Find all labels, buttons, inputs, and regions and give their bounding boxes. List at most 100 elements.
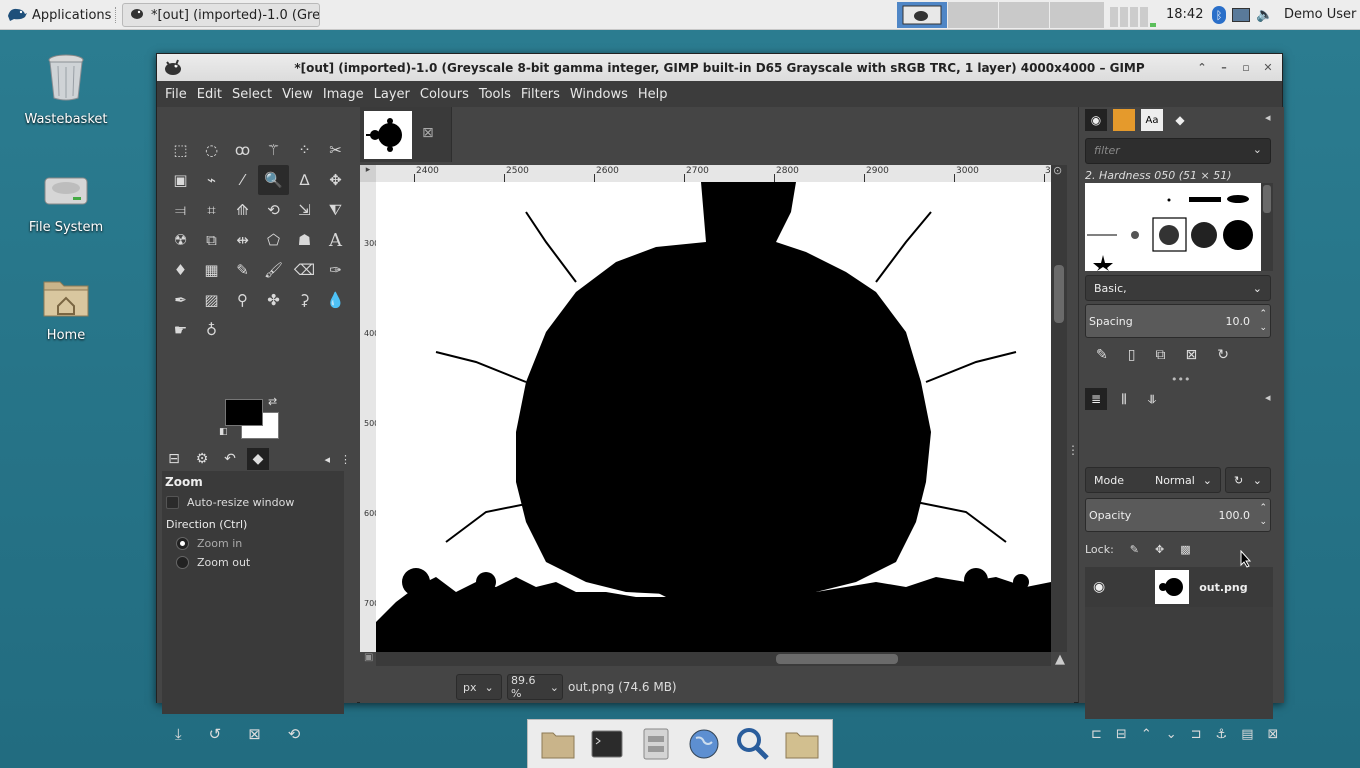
refresh-brushes-icon[interactable]: ↻ (1217, 347, 1229, 363)
close-image-icon[interactable]: ⊠ (422, 125, 434, 141)
ruler-corner-icon[interactable]: ▸ (360, 165, 376, 182)
align-icon[interactable]: ⫤ (165, 195, 196, 225)
new-layer-icon[interactable]: ⊏ (1091, 727, 1102, 742)
web-browser-icon[interactable] (686, 726, 722, 762)
raise-layer-icon[interactable]: ⌃ (1141, 727, 1152, 742)
swap-colors-icon[interactable]: ⇄ (268, 395, 277, 408)
configure-tab-icon[interactable]: ◂ (1265, 391, 1271, 404)
menu-select[interactable]: Select (227, 87, 277, 102)
terminal-icon[interactable] (589, 726, 625, 762)
perspective-clone-icon[interactable]: ⚳ (289, 285, 320, 315)
duplicate-layer-icon[interactable]: ⊐ (1191, 727, 1202, 742)
duplicate-brush-icon[interactable]: ⧉ (1155, 347, 1165, 363)
scale-icon[interactable]: ⇲ (289, 195, 320, 225)
zoom-out-option[interactable]: Zoom out (162, 553, 344, 572)
brush-scrollbar[interactable] (1261, 183, 1273, 271)
drag-handle-icon[interactable]: ⋮ (340, 453, 351, 466)
smudge-icon[interactable]: ☛ (165, 315, 196, 345)
file-manager-icon[interactable] (638, 726, 674, 762)
brush-grid[interactable] (1085, 183, 1261, 271)
spin-arrows-icon[interactable]: ⌃ ⌄ (1259, 501, 1267, 529)
airbrush-icon[interactable]: ✑ (320, 255, 351, 285)
restore-options-icon[interactable]: ↺ (209, 725, 222, 743)
menu-view[interactable]: View (277, 87, 318, 102)
minimize-icon[interactable]: – (1216, 59, 1232, 75)
menu-image[interactable]: Image (318, 87, 369, 102)
reset-options-icon[interactable]: ⟲ (288, 725, 301, 743)
search-icon[interactable] (735, 726, 771, 762)
color-picker-icon[interactable]: ⁄ (227, 165, 258, 195)
layer-mode-dropdown[interactable]: Mode Normal ⌄ (1085, 467, 1221, 493)
workspace-3[interactable] (999, 2, 1050, 28)
delete-layer-icon[interactable]: ⊠ (1267, 727, 1278, 742)
menu-tools[interactable]: Tools (474, 87, 516, 102)
delete-brush-icon[interactable]: ⊠ (1185, 347, 1197, 363)
eraser-icon[interactable]: ⌫ (289, 255, 320, 285)
brush-preset-dropdown[interactable]: Basic, ⌄ (1085, 275, 1271, 301)
bluetooth-icon[interactable]: ᛒ (1212, 6, 1226, 24)
brushes-tab-icon[interactable]: ◉ (1085, 109, 1107, 131)
image-tab[interactable]: ⊠ (360, 107, 452, 162)
fg-bg-colors[interactable]: ⇄ ◧ (219, 395, 285, 444)
configure-tab-icon[interactable]: ◂ (324, 453, 330, 466)
undo-history-tab-icon[interactable]: ↶ (219, 448, 241, 470)
channels-tab-icon[interactable]: ⫼ (1113, 388, 1135, 410)
device-status-tab-icon[interactable]: ⚙ (191, 448, 213, 470)
menu-edit[interactable]: Edit (192, 87, 227, 102)
composite-mode-dropdown[interactable]: ↻ ⌄ (1225, 467, 1271, 493)
menu-help[interactable]: Help (633, 87, 673, 102)
mypaint-brush-icon[interactable]: ▨ (196, 285, 227, 315)
auto-resize-checkbox[interactable] (166, 496, 179, 509)
save-options-icon[interactable]: ⤓ (175, 725, 182, 743)
vertical-scrollbar[interactable]: ⊙ (1051, 164, 1067, 652)
blur-icon[interactable]: 💧 (320, 285, 351, 315)
hscroll-thumb[interactable] (776, 654, 898, 664)
gradient-icon[interactable]: ▦ (196, 255, 227, 285)
default-colors-icon[interactable]: ◧ (219, 427, 228, 437)
measure-icon[interactable]: ∆ (289, 165, 320, 195)
applications-menu[interactable]: Applications (6, 5, 111, 25)
spacing-spinner[interactable]: Spacing 10.0 ⌃ ⌄ (1085, 304, 1271, 338)
heal-icon[interactable]: ✤ (258, 285, 289, 315)
crop-icon[interactable]: ⌗ (196, 195, 227, 225)
brush-filter-input[interactable]: filter ⌄ (1085, 138, 1271, 164)
layers-tab-icon[interactable]: ≣ (1085, 388, 1107, 410)
document-history-tab-icon[interactable]: ◆ (1169, 109, 1191, 131)
workspace-2[interactable] (948, 2, 999, 28)
flip-icon[interactable]: ⇹ (227, 225, 258, 255)
volume-icon[interactable]: 🔈 (1256, 7, 1273, 23)
taskbar-gimp-window[interactable]: *[out] (imported)-1.0 (Grey… (122, 3, 320, 27)
zoom-out-radio[interactable] (176, 556, 189, 569)
rect-select-icon[interactable]: ⬚ (165, 135, 196, 165)
maximize-icon[interactable]: ▫ (1238, 59, 1254, 75)
zoom-selector[interactable]: 89.6 % ⌄ (507, 674, 563, 700)
horizontal-ruler[interactable]: 2400 2500 2600 2700 2800 2900 3000 31 (376, 165, 1051, 182)
layer-row[interactable]: ◉ out.png (1085, 567, 1273, 607)
fonts-tab-icon[interactable]: Aa (1141, 109, 1163, 131)
home-desktop-icon[interactable]: Home (16, 274, 116, 343)
zoom-in-radio[interactable] (176, 537, 189, 550)
move-icon[interactable]: ✥ (320, 165, 351, 195)
vscroll-thumb[interactable] (1054, 265, 1064, 323)
pencil-icon[interactable]: ✎ (227, 255, 258, 285)
rotate-icon[interactable]: ⟲ (258, 195, 289, 225)
text-icon[interactable]: A (320, 225, 351, 255)
new-group-icon[interactable]: ⊟ (1116, 727, 1127, 742)
free-select-icon[interactable]: ꝏ (227, 135, 258, 165)
dodge-burn-icon[interactable]: ♁ (196, 315, 227, 345)
unit-selector[interactable]: px ⌄ (456, 674, 502, 700)
folder-icon[interactable] (784, 726, 820, 762)
shear-icon[interactable]: ⧨ (320, 195, 351, 225)
images-tab-icon[interactable]: ◆ (247, 448, 269, 470)
warp-transform-icon[interactable]: ☢ (165, 225, 196, 255)
window-titlebar[interactable]: *[out] (imported)-1.0 (Greyscale 8-bit g… (157, 54, 1282, 81)
paintbrush-icon[interactable]: 🖌 (258, 255, 289, 285)
clone-icon[interactable]: ⚲ (227, 285, 258, 315)
close-icon[interactable]: ✕ (1260, 59, 1276, 75)
foreground-color[interactable] (225, 399, 263, 426)
clock[interactable]: 18:42 (1166, 7, 1203, 22)
zoom-image-icon[interactable]: ▲ (1055, 652, 1065, 667)
menu-layer[interactable]: Layer (369, 87, 415, 102)
foreground-select-icon[interactable]: ▣ (165, 165, 196, 195)
lock-pixels-icon[interactable]: ✎ (1130, 543, 1139, 556)
